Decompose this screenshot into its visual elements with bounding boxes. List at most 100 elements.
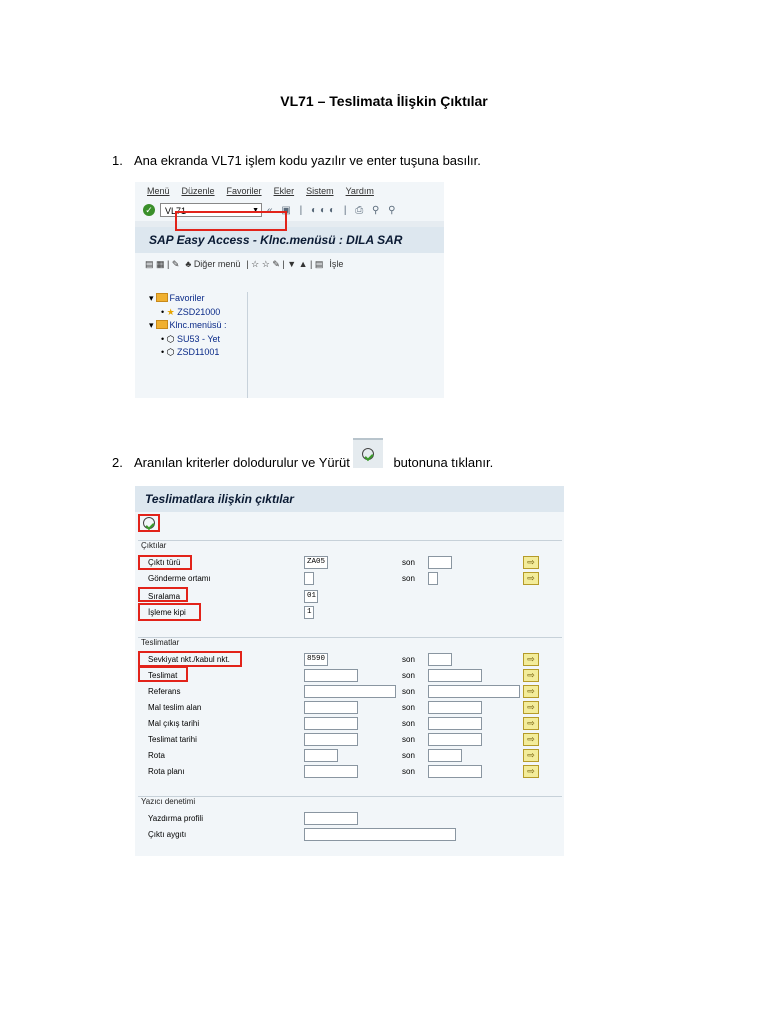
multiple-selection-button[interactable]: ⇨ [523, 717, 539, 730]
multiple-selection-button[interactable]: ⇨ [523, 669, 539, 682]
field-label: Gönderme ortamı [148, 574, 211, 583]
step-number: 2. [112, 455, 123, 470]
row-output-type: Çıktı türü ZA05 son ⇨ [138, 555, 562, 571]
row-delivery-date: Teslimat tarihi son ⇨ [138, 732, 562, 748]
field-label: Rota [148, 751, 165, 760]
step-2: 2. Aranılan kriterler dolodurulur ve Yürü… [112, 455, 493, 470]
to-label: son [402, 735, 415, 744]
tree-node-label: Klnc.menüsü : [169, 320, 227, 330]
goods-issue-date-to-input[interactable] [428, 717, 482, 730]
to-label: son [402, 558, 415, 567]
toolbar-icons[interactable]: ▤ ▦ | ✎ [145, 259, 179, 270]
multiple-selection-button[interactable]: ⇨ [523, 701, 539, 714]
tree-node-label: ZSD11001 [177, 347, 220, 357]
reference-to-input[interactable] [428, 685, 520, 698]
delivery-input[interactable] [304, 669, 358, 682]
sort-order-input[interactable]: 01 [304, 590, 318, 603]
output-type-to-input[interactable] [428, 556, 452, 569]
tree-node-zsd11001[interactable]: • ⬡ ZSD11001 [149, 346, 247, 360]
other-menu-button[interactable]: ♣ Diğer menü [185, 259, 240, 269]
to-label: son [402, 655, 415, 664]
multiple-selection-button[interactable]: ⇨ [523, 556, 539, 569]
toolbar-icons[interactable]: | ☆ ☆ ✎ | ▼ ▲ | ▤ [246, 259, 323, 270]
field-label: Mal teslim alan [148, 703, 202, 712]
group-outputs: Çıktılar Çıktı türü ZA05 son ⇨ Gönderme … [138, 540, 562, 623]
shipping-point-input[interactable]: 8590 [304, 653, 328, 666]
execute-button[interactable] [138, 514, 160, 532]
route-input[interactable] [304, 749, 338, 762]
to-label: son [402, 703, 415, 712]
sap-easy-access-screenshot: Menü Düzenle Favoriler Ekler Sistem Yard… [135, 182, 444, 398]
delivery-to-input[interactable] [428, 669, 482, 682]
reference-input[interactable] [304, 685, 396, 698]
field-label: Yazdırma profili [148, 814, 203, 823]
transmission-medium-to-input[interactable] [428, 572, 438, 585]
to-label: son [402, 767, 415, 776]
ship-to-party-to-input[interactable] [428, 701, 482, 714]
output-type-input[interactable]: ZA05 [304, 556, 328, 569]
output-device-input[interactable] [304, 828, 456, 841]
to-label: son [402, 687, 415, 696]
step-1: 1. Ana ekranda VL71 işlem kodu yazılır ve… [112, 153, 481, 168]
vl71-selection-screenshot: Teslimatlara ilişkin çıktılar Çıktılar Ç… [135, 486, 564, 856]
execute-icon [143, 517, 155, 529]
menu-item-help[interactable]: Yardım [346, 186, 374, 196]
field-label: Mal çıkış tarihi [148, 719, 200, 728]
menu-bar: Menü Düzenle Favoriler Ekler Sistem Yard… [135, 182, 444, 199]
row-route-schedule: Rota planı son ⇨ [138, 764, 562, 780]
edit-button-label[interactable]: İşle [329, 259, 343, 269]
to-label: son [402, 671, 415, 680]
step-text-after: butonuna tıklanır. [393, 455, 494, 470]
shipping-point-to-input[interactable] [428, 653, 452, 666]
row-sort-order: Sıralama 01 [138, 589, 562, 605]
multiple-selection-button[interactable]: ⇨ [523, 572, 539, 585]
menu-item-menu[interactable]: Menü [147, 186, 170, 196]
row-ship-to-party: Mal teslim alan son ⇨ [138, 700, 562, 716]
row-transmission-medium: Gönderme ortamı son ⇨ [138, 571, 562, 587]
print-profile-input[interactable] [304, 812, 358, 825]
delivery-highlight [138, 666, 188, 682]
multiple-selection-button[interactable]: ⇨ [523, 765, 539, 778]
step-text: Ana ekranda VL71 işlem kodu yazılır ve e… [134, 153, 481, 168]
route-schedule-input[interactable] [304, 765, 358, 778]
delivery-date-input[interactable] [304, 733, 358, 746]
tree-node-user-menu[interactable]: ▾ Klnc.menüsü : [149, 319, 247, 333]
transmission-medium-input[interactable] [304, 572, 314, 585]
step-number: 1. [112, 153, 123, 168]
application-toolbar: ▤ ▦ | ✎ ♣ Diğer menü | ☆ ☆ ✎ | ▼ ▲ | ▤ İ… [135, 253, 444, 275]
other-menu-label: Diğer menü [193, 259, 241, 269]
row-route: Rota son ⇨ [138, 748, 562, 764]
tcode-highlight-box [175, 211, 287, 231]
ship-to-party-input[interactable] [304, 701, 358, 714]
cube-icon: ⬡ [166, 347, 175, 357]
route-schedule-to-input[interactable] [428, 765, 482, 778]
row-output-device: Çıktı aygıtı [138, 827, 562, 843]
menu-item-extras[interactable]: Ekler [274, 186, 295, 196]
page-title: VL71 – Teslimata İlişkin Çıktılar [280, 93, 488, 109]
cube-icon: ⬡ [166, 333, 175, 344]
group-printer-control: Yazıcı denetimi Yazdırma profili Çıktı a… [138, 796, 562, 851]
tree-node-su53[interactable]: • ⬡ SU53 - Yet [149, 333, 247, 347]
tree-node-favorites[interactable]: ▾ Favoriler [149, 292, 247, 306]
multiple-selection-button[interactable]: ⇨ [523, 685, 539, 698]
multiple-selection-button[interactable]: ⇨ [523, 733, 539, 746]
menu-item-system[interactable]: Sistem [306, 186, 334, 196]
tree-node-zsd21000[interactable]: • ★ ZSD21000 [149, 306, 247, 320]
multiple-selection-button[interactable]: ⇨ [523, 653, 539, 666]
sort-order-highlight [138, 587, 188, 602]
delivery-date-to-input[interactable] [428, 733, 482, 746]
enter-check-icon[interactable]: ✓ [143, 204, 155, 216]
field-label: Teslimat tarihi [148, 735, 197, 744]
menu-item-favorites[interactable]: Favoriler [227, 186, 262, 196]
to-label: son [402, 719, 415, 728]
output-type-highlight [138, 555, 192, 570]
multiple-selection-button[interactable]: ⇨ [523, 749, 539, 762]
menu-item-edit[interactable]: Düzenle [182, 186, 215, 196]
folder-icon [155, 293, 168, 302]
group-title: Yazıcı denetimi [141, 797, 196, 806]
step-text-before: Aranılan kriterler dolodurulur ve Yürüt [134, 455, 350, 470]
goods-issue-date-input[interactable] [304, 717, 358, 730]
route-to-input[interactable] [428, 749, 462, 762]
row-reference: Referans son ⇨ [138, 684, 562, 700]
processing-mode-input[interactable]: 1 [304, 606, 314, 619]
